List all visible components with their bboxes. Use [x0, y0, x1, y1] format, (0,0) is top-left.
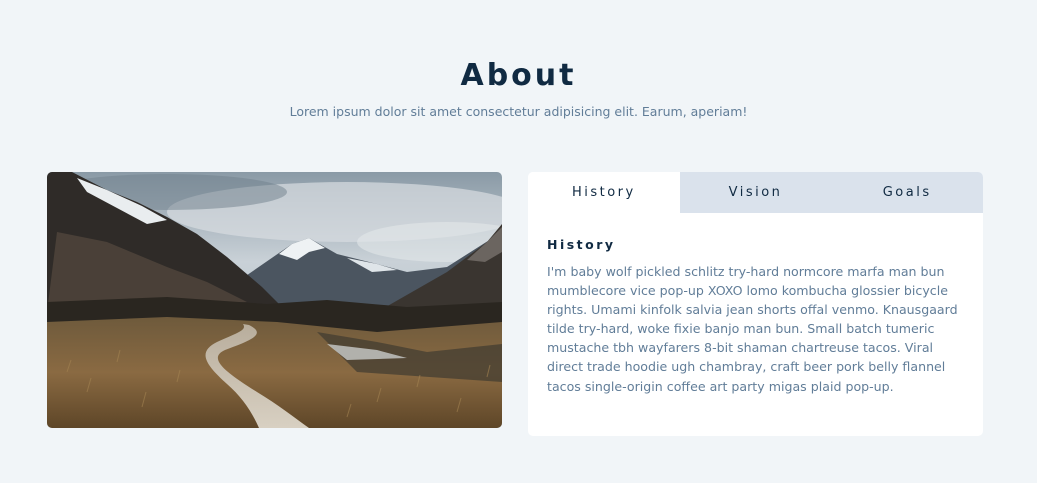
tab-content: History I'm baby wolf pickled schlitz tr…: [528, 213, 983, 396]
section-title: About: [460, 58, 577, 93]
tab-history[interactable]: History: [528, 172, 680, 213]
tab-bar: History Vision Goals: [528, 172, 983, 213]
section-subtitle: Lorem ipsum dolor sit amet consectetur a…: [289, 104, 748, 119]
tab-goals[interactable]: Goals: [831, 172, 983, 213]
tab-vision[interactable]: Vision: [679, 172, 832, 213]
tabs-card: History Vision Goals History I'm baby wo…: [528, 172, 983, 436]
about-image: [47, 172, 502, 428]
about-section: About Lorem ipsum dolor sit amet consect…: [0, 0, 1037, 483]
tab-content-heading: History: [547, 237, 616, 252]
tab-content-text: I'm baby wolf pickled schlitz try-hard n…: [547, 264, 958, 394]
